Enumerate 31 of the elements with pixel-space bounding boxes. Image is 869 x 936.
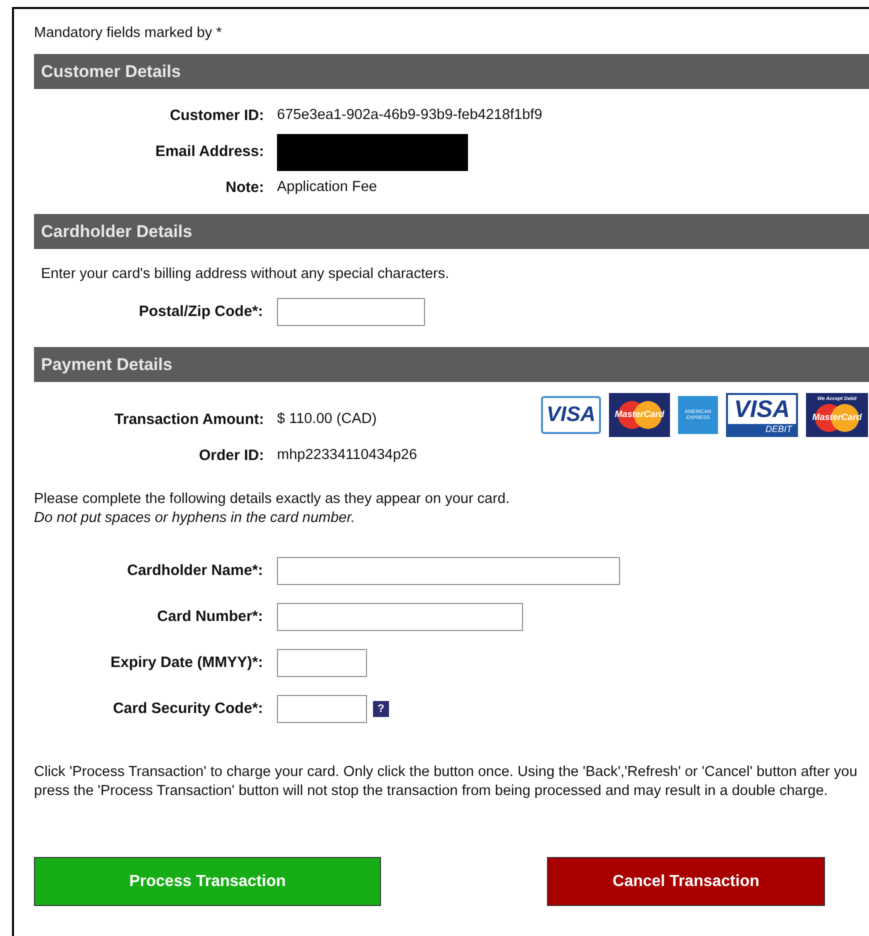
warning-text: Click 'Process Transaction' to charge your card. Only click the button once. Using the 'Back','Refresh' or 'Cancel' button after you press the 'Process Transaction' button will not stop the transaction from being processed and may result in a double charge. (34, 763, 858, 801)
mandatory-note: Mandatory fields marked by * (34, 24, 222, 43)
visa-debit-logo: VISA DEBIT (726, 393, 798, 437)
input-field[interactable] (277, 557, 620, 585)
input-field[interactable] (277, 649, 367, 677)
field-value: $ 110.00 (CAD) (277, 410, 377, 430)
instruction-text: Please complete the following details exactly as they appear on your card. (34, 490, 511, 509)
instruction-note: Do not put spaces or hyphens in the card number. (34, 509, 356, 528)
field-label: Cardholder Name*: (126, 560, 264, 581)
field-label: Expiry Date (MMYY)*: (109, 652, 264, 673)
field-label: Card Number*: (156, 606, 264, 627)
input-field[interactable] (277, 603, 523, 631)
field-label: Customer ID: (168, 106, 265, 126)
field-value: 675e3ea1-902a-46b9-93b9-feb4218f1bf9 (277, 106, 542, 126)
instruction-text: Enter your card's billing address without any special characters. (41, 265, 450, 284)
field-label: Transaction Amount: (114, 410, 265, 430)
section-header: Customer Details (34, 54, 869, 89)
input-field[interactable] (277, 298, 425, 326)
field-label: Order ID: (198, 446, 265, 466)
field-label: Card Security Code*: (112, 698, 264, 719)
help-icon[interactable]: ? (373, 701, 389, 717)
section-header: Cardholder Details (34, 214, 869, 249)
section-header: Payment Details (34, 347, 869, 382)
cancel-button[interactable]: Cancel Transaction (547, 857, 825, 906)
field-value: mhp22334110434p26 (277, 446, 418, 466)
visa-logo: VISA (541, 396, 601, 434)
input-field[interactable] (277, 695, 367, 723)
field-label: Note: (224, 178, 265, 198)
field-label: Email Address: (154, 142, 265, 162)
field-value: Application Fee (277, 178, 377, 198)
field-label: Postal/Zip Code*: (138, 302, 264, 322)
